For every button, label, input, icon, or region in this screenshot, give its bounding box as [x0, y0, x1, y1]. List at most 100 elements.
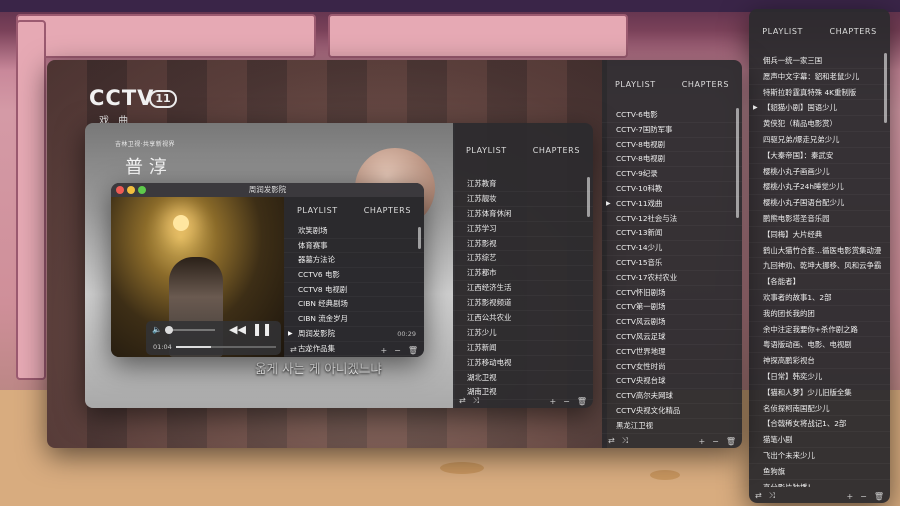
remove-icon[interactable]: −: [712, 437, 719, 446]
playlist-item[interactable]: 江苏靓妆: [453, 192, 593, 207]
playlist-item[interactable]: 黄侠犯（精品电影赏）: [749, 116, 890, 132]
playlist-item[interactable]: 江西经济生活: [453, 281, 593, 296]
playlist-item[interactable]: CIBN 经典剧场: [284, 297, 424, 312]
playlist-item[interactable]: CCTV女性时尚: [602, 360, 742, 375]
playlist-item[interactable]: CCTV央视文化精品: [602, 404, 742, 419]
playlist-item[interactable]: CCTV-13新闻: [602, 226, 742, 241]
playlist-item[interactable]: 猫笔小剧: [749, 432, 890, 448]
pause-icon[interactable]: ❚❚: [252, 322, 272, 336]
playlist-item[interactable]: CCTV-10科教: [602, 182, 742, 197]
playlist-item[interactable]: CCTV-17农村农业: [602, 271, 742, 286]
playlist-item[interactable]: CCTV8 电视剧: [284, 283, 424, 298]
playlist-item[interactable]: 江苏综艺: [453, 251, 593, 266]
tab-chapters[interactable]: CHAPTERS: [829, 27, 876, 36]
player-window-a[interactable]: PLAYLIST CHAPTERS 佣兵一统一家三国 愿声中文字幕：貂和老鼠少儿特…: [749, 9, 890, 503]
playlist-item[interactable]: 【大秦帝国】：秦武安: [749, 148, 890, 164]
close-button[interactable]: [116, 186, 124, 194]
playlist-item[interactable]: 江苏新闻: [453, 341, 593, 356]
playlist-item[interactable]: 愿声中文字幕：貂和老鼠少儿: [749, 69, 890, 85]
volume-icon[interactable]: 🔈: [152, 325, 162, 334]
playlist-item[interactable]: 江苏都市: [453, 266, 593, 281]
scrollbar-thumb[interactable]: [418, 227, 421, 249]
playlist-item[interactable]: 【同梅】大片经典: [749, 227, 890, 243]
playlist-item[interactable]: 江苏影视: [453, 237, 593, 252]
loop-icon[interactable]: ⇄: [608, 436, 615, 445]
playlist-item[interactable]: 黑龙江卫视: [602, 419, 742, 434]
playlist-item[interactable]: CCTV-8电视剧: [602, 138, 742, 153]
scrollbar-thumb[interactable]: [884, 53, 887, 123]
playlist-item[interactable]: CCTV世界地理: [602, 345, 742, 360]
playlist-item[interactable]: 我的团长我的团: [749, 306, 890, 322]
playlist-item[interactable]: CCTV-14少儿: [602, 241, 742, 256]
tab-playlist[interactable]: PLAYLIST: [466, 146, 507, 155]
remove-icon[interactable]: −: [394, 346, 401, 355]
playlist-item[interactable]: CCTV高尔夫网球: [602, 389, 742, 404]
playlist-item[interactable]: 粤语版动画、电影、电视剧: [749, 337, 890, 353]
playlist-item[interactable]: CCTV怀旧剧场: [602, 286, 742, 301]
add-icon[interactable]: +: [380, 346, 387, 355]
remove-icon[interactable]: −: [860, 492, 867, 501]
tab-playlist[interactable]: PLAYLIST: [762, 27, 803, 36]
volume-slider[interactable]: [165, 326, 215, 334]
playlist-item[interactable]: 【各能者】: [749, 274, 890, 290]
playlist-item[interactable]: CCTV-12社会与法: [602, 212, 742, 227]
playlist-item[interactable]: 体育赛事: [284, 239, 424, 254]
tab-chapters[interactable]: CHAPTERS: [533, 146, 580, 155]
shuffle-icon[interactable]: ⤨: [304, 345, 310, 354]
playlist-item[interactable]: 鹏熊电影塔圣音乐园: [749, 211, 890, 227]
zoom-button[interactable]: [138, 186, 146, 194]
tab-playlist[interactable]: PLAYLIST: [297, 206, 338, 215]
playlist-item[interactable]: CCTV风云足球: [602, 330, 742, 345]
playlist-item[interactable]: 【日常】韩奕少儿: [749, 369, 890, 385]
playlist-item[interactable]: 余中注定我要你+杀作剧之路: [749, 322, 890, 338]
scrollbar-thumb[interactable]: [736, 108, 739, 218]
playlist-item[interactable]: 江苏教育: [453, 177, 593, 192]
playlist-item[interactable]: 欢笑剧场: [284, 224, 424, 239]
playlist-item[interactable]: CCTV-11戏曲: [602, 197, 742, 212]
playlist-item[interactable]: CCTV第一剧场: [602, 300, 742, 315]
tab-chapters[interactable]: CHAPTERS: [364, 206, 411, 215]
playlist-item[interactable]: CCTV风云剧场: [602, 315, 742, 330]
playlist-item[interactable]: 江苏少儿: [453, 326, 593, 341]
playlist-item[interactable]: 飞出个未来少儿: [749, 448, 890, 464]
playlist-item[interactable]: 湖北卫视: [453, 371, 593, 386]
playlist-item[interactable]: 佣兵一统一家三国: [749, 53, 890, 69]
loop-icon[interactable]: ⇄: [755, 491, 762, 500]
playlist-item[interactable]: 江西公共农业: [453, 311, 593, 326]
shuffle-icon[interactable]: ⤨: [769, 491, 775, 500]
playlist-item[interactable]: 四驱兄弟/爆走兄弟少儿: [749, 132, 890, 148]
playlist-item[interactable]: 周润发影院 00:29: [284, 327, 424, 342]
remove-icon[interactable]: −: [563, 397, 570, 406]
seek-bar[interactable]: [176, 346, 276, 348]
playlist-item[interactable]: 鹤山大猫竹合套…循医电影赏集动漫: [749, 243, 890, 259]
shuffle-icon[interactable]: ⤨: [473, 396, 479, 405]
playlist-item[interactable]: CCTV央视台球: [602, 374, 742, 389]
scrollbar-thumb[interactable]: [587, 177, 590, 217]
playlist-item[interactable]: 江苏影视频道: [453, 296, 593, 311]
playlist-item[interactable]: 九回神劝、乾坤大挪移、风和云争霸: [749, 258, 890, 274]
trash-icon[interactable]: 🗑: [726, 437, 736, 446]
loop-icon[interactable]: ⇄: [290, 345, 297, 354]
tab-playlist[interactable]: PLAYLIST: [615, 80, 656, 89]
playlist-item[interactable]: CCTV-15音乐: [602, 256, 742, 271]
playlist-item[interactable]: 神探高鹏彩视台: [749, 353, 890, 369]
playlist-item[interactable]: 樱桃小丸子24h睡觉少儿: [749, 179, 890, 195]
playlist-item[interactable]: 樱桃小丸子国语台配少儿: [749, 195, 890, 211]
playlist-item[interactable]: 江苏学习: [453, 222, 593, 237]
playlist-item[interactable]: CCTV-8电视剧: [602, 152, 742, 167]
playlist-item[interactable]: 【貂猫小剧】国语少儿: [749, 100, 890, 116]
playlist-item[interactable]: 鱼狗旗: [749, 464, 890, 480]
playlist-item[interactable]: 樱桃小丸子画画少儿: [749, 164, 890, 180]
player-window-d[interactable]: 周润发影院 🔈 ◀◀ ❚❚ 01:04 PLAYLIST CHAPTERS 欢笑…: [111, 183, 424, 357]
playlist-item[interactable]: 欢事者的故事1、2部: [749, 290, 890, 306]
playlist-item[interactable]: 器墓方法论: [284, 253, 424, 268]
trash-icon[interactable]: 🗑: [577, 397, 587, 406]
playlist-item[interactable]: CCTV-9纪录: [602, 167, 742, 182]
playlist-item[interactable]: 【合戟稀女将战记1、2部: [749, 416, 890, 432]
playlist-item[interactable]: CCTV6 电影: [284, 268, 424, 283]
playlist-item[interactable]: 江苏移动电视: [453, 356, 593, 371]
playlist-item[interactable]: CCTV-6电影: [602, 108, 742, 123]
tab-chapters[interactable]: CHAPTERS: [682, 80, 729, 89]
rewind-icon[interactable]: ◀◀: [229, 323, 246, 336]
add-icon[interactable]: +: [549, 397, 556, 406]
